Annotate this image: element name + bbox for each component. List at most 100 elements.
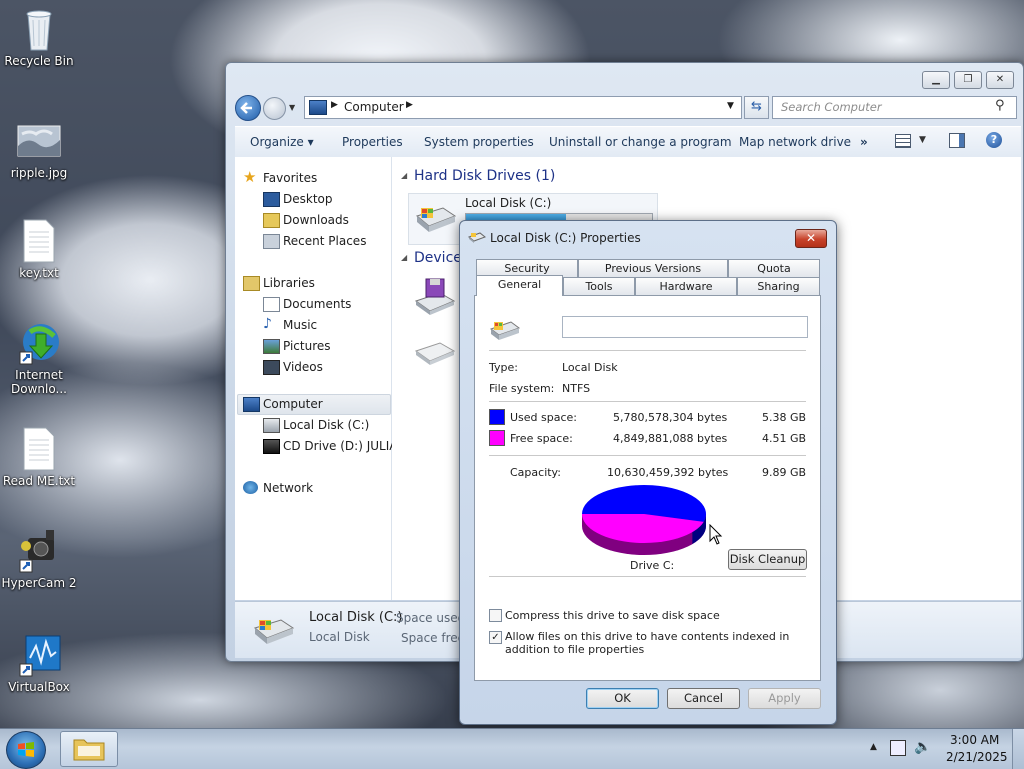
cancel-button[interactable]: Cancel [667,688,740,709]
properties-button[interactable]: Properties [342,135,403,149]
clock-date[interactable]: 2/21/2025 [946,750,1008,764]
clock-time[interactable]: 3:00 AM [950,733,999,747]
tab-hardware[interactable]: Hardware [635,277,737,295]
desktop-icon-label: ripple.jpg [10,166,68,180]
hard-drive-icon [253,619,295,644]
address-bar[interactable]: ▶ Computer ▶ ▼ [304,96,742,119]
tab-quota[interactable]: Quota [728,259,820,277]
back-button[interactable] [235,95,261,121]
nav-pictures[interactable]: Pictures [263,339,331,354]
nav-documents[interactable]: Documents [263,297,351,312]
separator [489,576,806,577]
used-space-swatch [489,409,505,425]
separator [489,401,806,402]
devices-header[interactable]: Device [414,250,462,266]
virtualbox-icon [16,632,62,678]
show-desktop-button[interactable] [1012,729,1024,769]
free-space-bytes: 4,849,881,088 bytes [613,432,728,445]
nav-local-disk[interactable]: Local Disk (C:) [263,418,369,433]
navigation-pane: ★ Favorites Desktop Downloads Recent Plac… [235,157,397,600]
desktop-icon-label: HyperCam 2 [1,576,77,590]
nav-computer[interactable]: Computer [243,397,323,412]
apply-button[interactable]: Apply [748,688,821,709]
breadcrumb-computer[interactable]: Computer [344,100,404,114]
hard-disk-drives-header[interactable]: Hard Disk Drives (1) [414,168,555,184]
hard-drive-icon [263,418,280,433]
capacity-bytes: 10,630,459,392 bytes [607,466,729,479]
used-space-label: Used space: [510,411,578,424]
volume-muted-icon[interactable]: 🔈 [914,739,931,755]
desktop-icon-hypercam[interactable]: HyperCam 2 [1,528,77,590]
capacity-label: Capacity: [510,466,561,479]
taskbar: ▲ 🔈 3:00 AM 2/21/2025 [0,728,1024,769]
index-checkbox[interactable]: ✓ [489,631,502,644]
view-dropdown-icon[interactable]: ▼ [919,135,926,145]
search-icon[interactable]: ⚲ [995,98,1005,113]
forward-button[interactable] [263,97,286,120]
tab-general[interactable]: General [476,275,563,296]
tab-previous-versions[interactable]: Previous Versions [578,259,728,277]
filesystem-label: File system: [489,382,555,395]
tab-sharing[interactable]: Sharing [737,277,820,295]
used-space-gb: 5.38 GB [762,411,807,424]
address-dropdown-icon[interactable]: ▼ [727,101,734,111]
compress-label[interactable]: Compress this drive to save disk space [505,609,720,622]
help-icon[interactable]: ? [986,132,1002,148]
image-file-icon [16,118,62,164]
desktop-icon-readme[interactable]: Read ME.txt [1,426,77,488]
drive-label-input[interactable] [562,316,808,338]
preview-pane-icon[interactable] [949,133,965,148]
command-bar: Organize ▾ Properties System properties … [235,126,1021,158]
dialog-close-button[interactable]: ✕ [795,229,827,248]
desktop-icon-ripple[interactable]: ripple.jpg [1,118,77,180]
desktop-icon-idm[interactable]: Internet Downlo... [1,320,77,396]
desktop-icon-key-txt[interactable]: key.txt [1,218,77,280]
search-input[interactable]: Search Computer ⚲ [772,96,1017,119]
cd-drive-icon[interactable] [412,337,456,367]
nav-videos[interactable]: Videos [263,360,323,375]
system-properties-button[interactable]: System properties [424,135,534,149]
nav-desktop[interactable]: Desktop [263,192,333,207]
more-commands-button[interactable]: » [860,135,868,149]
details-type: Local Disk [309,630,370,644]
collapse-icon[interactable]: ◢ [401,253,407,262]
nav-favorites[interactable]: ★ Favorites [243,168,317,186]
maximize-button[interactable]: ❐ [954,71,982,89]
chevron-right-icon[interactable]: ▶ [331,100,338,110]
nav-libraries[interactable]: Libraries [243,276,315,291]
desktop-icon-virtualbox[interactable]: VirtualBox [1,632,77,694]
nav-recent-places[interactable]: Recent Places [263,234,366,249]
network-tray-icon[interactable] [890,740,906,756]
nav-cd-drive[interactable]: CD Drive (D:) JULIA [263,439,397,454]
videos-icon [263,360,280,375]
floppy-drive-icon[interactable] [412,277,456,317]
capacity-gb: 9.89 GB [762,466,807,479]
disk-cleanup-button[interactable]: Disk Cleanup [728,549,807,570]
uninstall-button[interactable]: Uninstall or change a program [549,135,732,149]
refresh-button[interactable]: ⇆ [744,96,769,119]
minimize-button[interactable]: ▁ [922,71,950,89]
desktop-icon-recycle-bin[interactable]: Recycle Bin [1,6,77,68]
organize-button[interactable]: Organize ▾ [250,135,314,149]
dialog-title: Local Disk (C:) Properties [490,231,641,245]
ok-button[interactable]: OK [586,688,659,709]
compress-checkbox[interactable] [489,609,502,622]
nav-downloads[interactable]: Downloads [263,213,349,228]
network-icon [243,481,258,494]
map-network-drive-button[interactable]: Map network drive [739,135,851,149]
free-space-label: Free space: [510,432,573,445]
recent-pages-icon[interactable]: ▼ [289,103,295,112]
internet-download-manager-icon [16,320,62,366]
start-button[interactable] [6,731,46,769]
tab-tools[interactable]: Tools [563,277,635,295]
nav-network[interactable]: Network [243,481,313,495]
collapse-icon[interactable]: ◢ [401,171,407,180]
index-label[interactable]: Allow files on this drive to have conten… [505,630,805,656]
view-options-icon[interactable] [895,134,911,148]
pie-top [582,485,706,543]
nav-music[interactable]: ♪ Music [263,316,317,332]
show-hidden-icons[interactable]: ▲ [870,742,877,752]
close-button[interactable]: ✕ [986,71,1014,89]
chevron-right-icon[interactable]: ▶ [406,100,413,110]
taskbar-explorer-button[interactable] [60,731,118,767]
